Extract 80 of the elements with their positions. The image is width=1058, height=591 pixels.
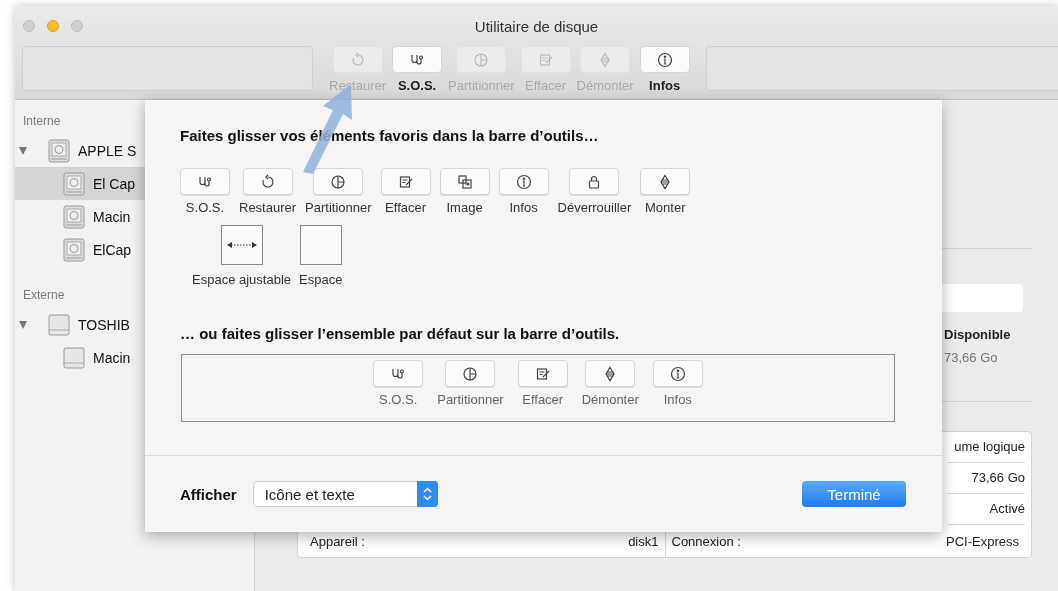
toolbar-item-label: Effacer (522, 392, 564, 407)
toolbar-item-label: S.O.S. (185, 200, 225, 215)
pie-chart-icon (462, 365, 479, 382)
default-set-box[interactable]: S.O.S. Partitionner Effacer Démonter Infos (181, 354, 895, 422)
table-cell: disk1 (628, 533, 659, 549)
item-label: Macin (93, 349, 131, 366)
info-icon (515, 173, 532, 190)
info-icon (656, 51, 673, 68)
item-label: ElCap (93, 241, 132, 258)
section-header: Externe (23, 288, 65, 302)
item-label: Espace ajustable (192, 272, 291, 287)
toolbar-item-label: Démonter (581, 392, 639, 407)
section-header: Interne (23, 114, 61, 128)
toolbar-item-button[interactable] (439, 168, 490, 195)
pencil-sheet-icon (537, 51, 554, 68)
pie-chart-icon (330, 173, 347, 190)
flexible-space-item[interactable] (220, 225, 263, 265)
table-cell: 73,66 Go (947, 463, 1025, 494)
show-label: Afficher (180, 485, 237, 503)
window-title: Utilitaire de disque (474, 17, 599, 35)
toolbar-item-label: Partitionner (305, 200, 372, 215)
hard-drive-icon (63, 237, 85, 262)
toolbar-item-button[interactable] (445, 360, 496, 387)
toolbar-item-button[interactable] (640, 168, 691, 195)
circular-arrow-icon (259, 173, 276, 190)
toolbar-item-button[interactable] (242, 168, 293, 195)
table-cell: Appareil : (310, 533, 365, 549)
disclosure-triangle-icon[interactable] (19, 146, 27, 155)
circular-arrow-icon (349, 51, 366, 68)
toolbar-item-button[interactable] (498, 168, 549, 195)
item-label: El Cap (93, 175, 136, 192)
sheet-heading: Faites glisser vos éléments favoris dans la barre d’outils… (180, 127, 600, 144)
available-value: 73,66 Go (943, 350, 999, 365)
toolbar-label: S.O.S. (397, 78, 437, 93)
toolbar-item-label: Déverrouiller (557, 200, 632, 215)
disclosure-triangle-icon[interactable] (19, 320, 27, 329)
toolbar-item-button[interactable] (373, 360, 424, 387)
pencil-sheet-icon (534, 365, 551, 382)
hard-drive-icon (63, 171, 85, 196)
display-dropdown[interactable]: Icône et texte (252, 481, 438, 507)
toolbar-button[interactable] (392, 46, 443, 73)
double-arrow-icon (226, 241, 257, 249)
sheet-heading: … ou faites glisser l’ensemble par défaut sur la barre d’outils. (180, 325, 621, 342)
toolbar-item-button[interactable] (380, 168, 431, 195)
table-cell: PCI-Express (946, 533, 1019, 549)
table-cell: Connexion : (671, 533, 741, 549)
stepper-icon (416, 481, 438, 507)
toolbar-item-label: Monter (645, 200, 686, 215)
toolbar-button[interactable] (639, 46, 690, 73)
available-label: Disponible (943, 327, 1012, 342)
pencil-sheet-icon (397, 173, 414, 190)
item-label: TOSHIB (78, 316, 130, 333)
info-icon (669, 365, 686, 382)
toolbar-item-button[interactable] (652, 360, 703, 387)
toolbar-item-button[interactable] (313, 168, 364, 195)
toolbar-item-label: Image (446, 200, 483, 215)
item-label: APPLE S (78, 142, 137, 159)
drive-icon (48, 313, 70, 336)
toolbar-item-button[interactable] (517, 360, 568, 387)
pie-chart-icon (473, 51, 490, 68)
toolbar-item-label: Restaurer (239, 200, 297, 215)
toolbar-item-button[interactable] (569, 168, 620, 195)
item-label: Macin (93, 208, 131, 225)
toolbar-item-label: Partitionner (437, 392, 504, 407)
table-cell: ume logique (947, 432, 1025, 463)
toolbar-item-label: Infos (663, 392, 692, 407)
item-label: Espace (299, 272, 343, 287)
toolbar-label: Infos (649, 78, 681, 93)
hard-drive-icon (63, 204, 85, 229)
hard-drive-icon (48, 138, 70, 163)
toolbar-item-button[interactable] (180, 168, 230, 195)
toolbar-item-label: Infos (509, 200, 538, 215)
drive-icon (63, 346, 85, 369)
toolbar-item-button[interactable] (585, 360, 636, 387)
overlapping-squares-icon (456, 173, 473, 190)
minimize-button[interactable] (47, 20, 59, 32)
toolbar-item-label: S.O.S. (379, 392, 418, 407)
space-item[interactable] (299, 225, 342, 265)
toolbar-item-label: Effacer (385, 200, 427, 215)
table-cell: Activé (947, 494, 1025, 525)
